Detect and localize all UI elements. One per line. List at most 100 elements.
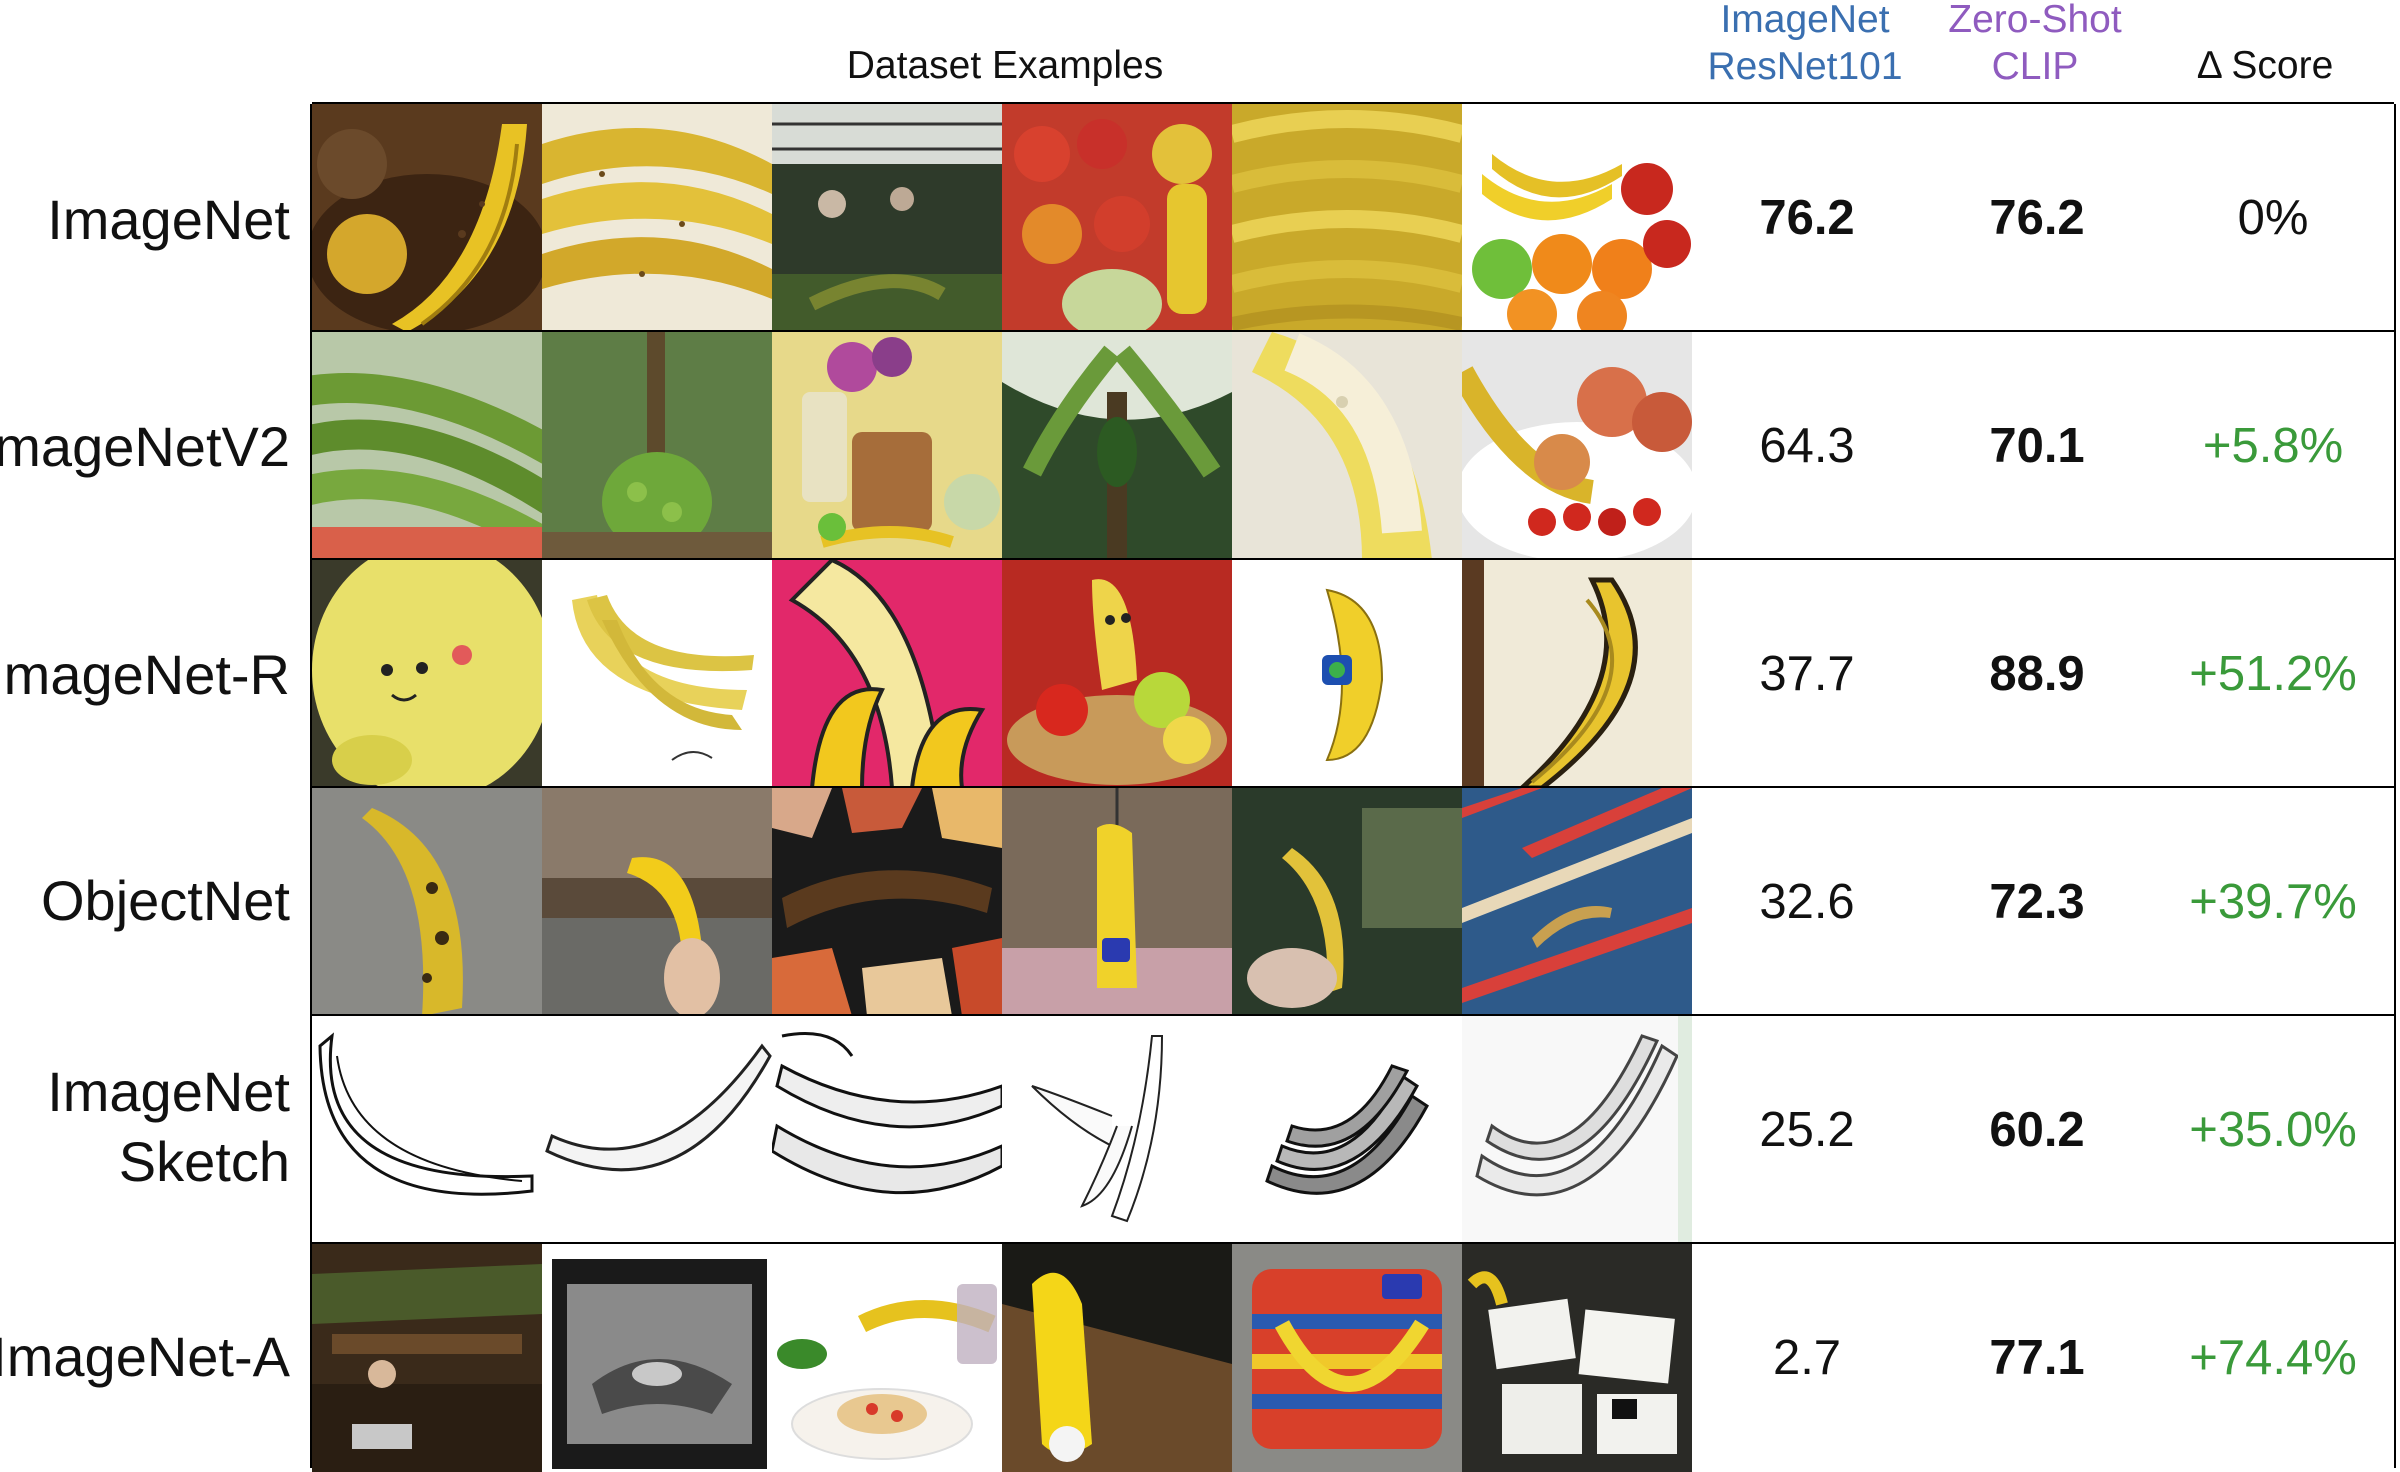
fruit-assortment-illustration: [1462, 104, 1692, 332]
example-image: [1462, 1016, 1692, 1244]
example-image: [772, 1244, 1002, 1472]
row-label-line: ImageNet-R: [0, 643, 290, 706]
example-image: [1002, 1244, 1232, 1472]
table-row: 37.7 88.9 +51.2%: [312, 558, 2394, 788]
banana-tree-illustration: [1002, 332, 1232, 560]
held-banana-illustration: [1002, 1244, 1232, 1472]
pencil-banana-sketch: [1462, 1016, 1692, 1244]
header-clip-line1: Zero-Shot: [1948, 0, 2122, 41]
drawn-banana-bunch-illustration: [542, 560, 772, 788]
banana-bunch-illustration: [542, 104, 772, 332]
example-image: [1462, 104, 1692, 332]
peeled-banana-sketch: [1002, 1016, 1232, 1244]
example-image: [1462, 560, 1692, 788]
example-image: [1232, 1244, 1462, 1472]
score-clip: 70.1: [1989, 419, 2085, 473]
example-image: [542, 1016, 772, 1244]
header-delta-score: Δ Score: [2196, 44, 2334, 87]
header-clip: Zero-Shot CLIP: [1920, 0, 2150, 90]
banana-hand-illustration: [542, 788, 772, 1016]
score-resnet: 25.2: [1759, 1103, 1855, 1157]
table-row: 2.7 77.1 +74.4%: [312, 1242, 2394, 1472]
header-resnet: ImageNet ResNet101: [1690, 0, 1920, 90]
example-image: [1232, 560, 1462, 788]
banana-painting-illustration: [1462, 560, 1692, 788]
market-stall-illustration: [312, 1244, 542, 1472]
score-clip: 76.2: [1989, 191, 2085, 245]
row-label-line: ImageNet-A: [0, 1325, 290, 1388]
example-image: [772, 788, 1002, 1016]
fruit-bowl-illustration: [1462, 332, 1692, 560]
market-crowd-illustration: [772, 104, 1002, 332]
banana-outline-sketch: [312, 1016, 542, 1244]
score-clip: 60.2: [1989, 1103, 2085, 1157]
example-image: [1002, 332, 1232, 560]
score-resnet: 64.3: [1759, 419, 1855, 473]
example-image: [1002, 1016, 1232, 1244]
banana-floor-illustration: [312, 788, 542, 1016]
row-label-line: ObjectNet: [41, 869, 290, 932]
fruit-stand-illustration: [1002, 104, 1232, 332]
row-label-imagenet-r: ImageNet-R: [0, 640, 290, 710]
example-image: [1232, 104, 1462, 332]
score-delta: +74.4%: [2189, 1331, 2357, 1385]
example-image: [542, 332, 772, 560]
row-label-line: ImageNetV2: [0, 415, 290, 478]
plush-banana-illustration: [312, 560, 542, 788]
score-resnet: 2.7: [1772, 1331, 1842, 1385]
banana-long-sketch: [542, 1016, 772, 1244]
score-delta: 0%: [2237, 191, 2309, 245]
example-image: [1232, 1016, 1462, 1244]
blurred-banana-illustration: [1232, 788, 1462, 1016]
papers-desk-illustration: [1462, 1244, 1692, 1472]
example-image: [772, 104, 1002, 332]
results-table: 76.2 76.2 0% 64.3 70.1 +5.8% 37.7 88.9 +…: [310, 102, 2396, 1472]
film-negative-illustration: [542, 1244, 772, 1472]
row-label-line: Sketch: [118, 1130, 290, 1193]
score-delta: +51.2%: [2189, 647, 2357, 701]
example-image: [312, 560, 542, 788]
example-image: [772, 1016, 1002, 1244]
banana-sticker-illustration: [1232, 560, 1462, 788]
row-label-imagenet-a: ImageNet-A: [0, 1322, 290, 1392]
score-resnet: 76.2: [1759, 191, 1855, 245]
banana-mosaic-illustration: [772, 788, 1002, 1016]
example-image: [1462, 788, 1692, 1016]
green-bananas-illustration: [312, 332, 542, 560]
example-image: [542, 788, 772, 1016]
banana-plant-illustration: [542, 332, 772, 560]
table-row: 64.3 70.1 +5.8%: [312, 330, 2394, 560]
example-image: [312, 1244, 542, 1472]
example-image: [312, 332, 542, 560]
row-label-imagenet: ImageNet: [47, 185, 290, 255]
example-image: [542, 104, 772, 332]
header-clip-line2: CLIP: [1991, 45, 2079, 88]
smoothie-jar-illustration: [772, 332, 1002, 560]
banana-hook-illustration: [1002, 788, 1232, 1016]
example-image: [542, 1244, 772, 1472]
example-image: [542, 560, 772, 788]
example-image: [1002, 788, 1232, 1016]
table-row: 25.2 60.2 +35.0%: [312, 1014, 2394, 1244]
peeled-banana-illustration: [1232, 332, 1462, 560]
header-resnet-line2: ResNet101: [1707, 45, 1903, 88]
score-delta: +5.8%: [2202, 419, 2344, 473]
score-resnet: 32.6: [1759, 875, 1855, 929]
header-dataset-examples: Dataset Examples: [846, 44, 1164, 87]
score-clip: 77.1: [1989, 1331, 2085, 1385]
banana-bowl-illustration: [312, 104, 542, 332]
row-label-imagenetv2: ImageNetV2: [0, 412, 290, 482]
score-clip: 72.3: [1989, 875, 2085, 929]
row-label-line: ImageNet: [47, 188, 290, 251]
example-image: [772, 332, 1002, 560]
cartoon-peeled-banana-illustration: [772, 560, 1002, 788]
banana-bunch-sketch: [772, 1016, 1002, 1244]
example-image: [1462, 1244, 1692, 1472]
row-label-objectnet: ObjectNet: [41, 866, 290, 936]
score-delta: +35.0%: [2189, 1103, 2357, 1157]
example-image: [312, 788, 542, 1016]
example-image: [1002, 560, 1232, 788]
example-image: [772, 560, 1002, 788]
table-row: 76.2 76.2 0%: [312, 102, 2394, 332]
example-image: [312, 1016, 542, 1244]
